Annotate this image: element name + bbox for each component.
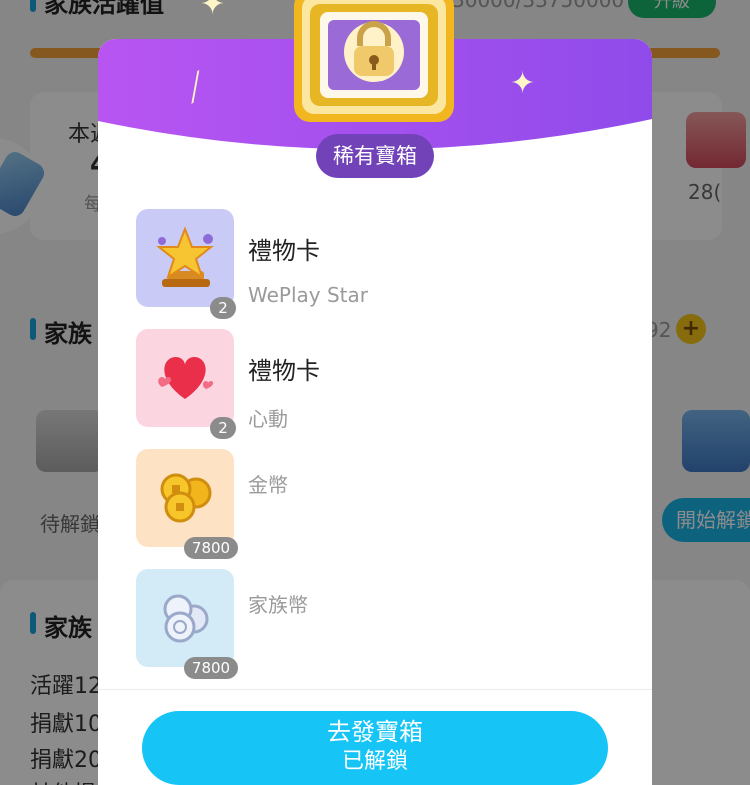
quantity-badge: 7800 bbox=[184, 657, 238, 679]
reward-thumbnail bbox=[136, 569, 234, 667]
reward-subtitle: 家族幣 bbox=[248, 593, 308, 617]
quantity-badge: 2 bbox=[210, 297, 236, 319]
reward-subtitle: WePlay Star bbox=[248, 283, 368, 307]
reward-item: 2 禮物卡 心動 bbox=[136, 329, 636, 439]
quantity-badge: 7800 bbox=[184, 537, 238, 559]
modal-divider bbox=[98, 689, 652, 690]
reward-title: 禮物卡 bbox=[248, 357, 320, 385]
send-chest-button[interactable]: 去發寶箱 已解鎖 bbox=[142, 711, 608, 785]
reward-title: 禮物卡 bbox=[248, 237, 320, 265]
send-chest-label: 去發寶箱 bbox=[327, 718, 423, 746]
heart-icon bbox=[158, 357, 214, 399]
treasure-chest-icon bbox=[294, 0, 454, 122]
sparkle-icon: ✦ bbox=[510, 66, 536, 101]
star-trophy-icon bbox=[156, 226, 214, 287]
gold-coins-icon bbox=[160, 473, 212, 523]
reward-item: 7800 金幣 bbox=[136, 449, 636, 559]
rare-chest-label: 稀有寶箱 bbox=[316, 134, 434, 178]
reward-thumbnail bbox=[136, 209, 234, 307]
reward-thumbnail bbox=[136, 329, 234, 427]
reward-subtitle: 心動 bbox=[248, 407, 288, 431]
silver-coins-icon bbox=[163, 594, 209, 643]
unlocked-status-label: 已解鎖 bbox=[341, 749, 408, 774]
sparkle-icon: ✦ bbox=[200, 0, 226, 22]
reward-item: 2 禮物卡 WePlay Star bbox=[136, 209, 636, 319]
quantity-badge: 2 bbox=[210, 417, 236, 439]
reward-thumbnail bbox=[136, 449, 234, 547]
reward-subtitle: 金幣 bbox=[248, 473, 288, 497]
reward-item: 7800 家族幣 bbox=[136, 569, 636, 679]
